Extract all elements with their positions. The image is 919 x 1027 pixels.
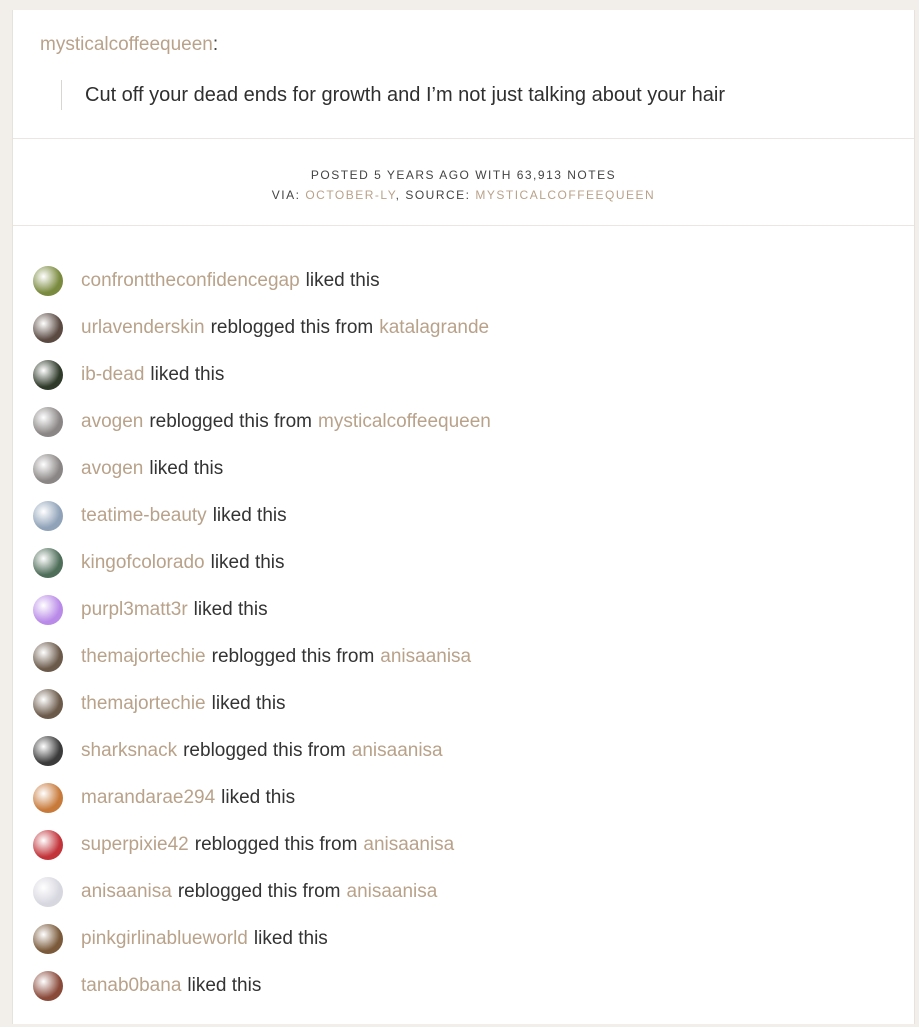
avatar[interactable] xyxy=(33,265,63,296)
avatar[interactable] xyxy=(33,829,63,860)
note-user-link[interactable]: themajortechie xyxy=(81,646,206,668)
author-colon: : xyxy=(212,34,219,55)
note-user-link[interactable]: anisaanisa xyxy=(81,881,172,903)
posted-info: POSTED 5 YEARS AGO WITH 63,913 NOTES xyxy=(310,168,617,182)
avatar[interactable] xyxy=(33,547,63,578)
note-item: pinkgirlinablueworld liked this xyxy=(13,915,491,962)
note-from-link[interactable]: anisaanisa xyxy=(380,646,471,668)
note-user-link[interactable]: avogen xyxy=(81,458,143,480)
note-item: themajortechie liked this xyxy=(13,680,491,727)
avatar[interactable] xyxy=(33,594,63,625)
avatar[interactable] xyxy=(33,359,63,390)
note-item: themajortechie reblogged this from anisaan… xyxy=(13,633,491,680)
note-action: reblogged this from xyxy=(211,645,375,667)
note-from-link[interactable]: anisaanisa xyxy=(347,881,438,903)
avatar[interactable] xyxy=(33,688,63,719)
note-from-link[interactable]: mysticalcoffeequeen xyxy=(318,411,491,433)
note-action: liked this xyxy=(211,692,286,714)
note-item: confronttheconfidencegap liked this xyxy=(13,257,491,304)
note-user-link[interactable]: pinkgirlinablueworld xyxy=(81,928,248,950)
note-item: tanab0bana liked this xyxy=(13,962,491,1009)
note-item: marandarae294 liked this xyxy=(13,774,491,821)
post-meta: POSTED 5 YEARS AGO WITH 63,913 NOTES VIA… xyxy=(13,139,914,226)
note-user-link[interactable]: teatime-beauty xyxy=(81,505,207,527)
note-user-link[interactable]: sharksnack xyxy=(81,740,177,762)
note-item: anisaanisa reblogged this from anisaanisa xyxy=(13,868,491,915)
note-action: liked this xyxy=(221,786,296,808)
note-item: teatime-beauty liked this xyxy=(13,492,491,539)
note-action: liked this xyxy=(212,504,287,526)
source-link[interactable]: MYSTICALCOFFEEQUEEN xyxy=(475,188,655,202)
note-action: reblogged this from xyxy=(194,833,358,855)
notes-list: confronttheconfidencegap liked this urlave… xyxy=(13,265,491,1027)
note-from-link[interactable]: katalagrande xyxy=(379,317,489,339)
note-action: reblogged this from xyxy=(177,880,341,902)
avatar[interactable] xyxy=(33,453,63,484)
note-from-link[interactable]: anisaanisa xyxy=(363,834,454,856)
note-user-link[interactable]: urlavenderskin xyxy=(81,317,205,339)
post-author-link[interactable]: mysticalcoffeequeen xyxy=(40,34,213,55)
avatar[interactable] xyxy=(33,970,63,1001)
note-item: ib-dead liked this xyxy=(13,351,491,398)
note-user-link[interactable]: confronttheconfidencegap xyxy=(81,270,300,292)
post-body: mysticalcoffeequeen: Cut off your dead e… xyxy=(13,10,914,139)
note-action: liked this xyxy=(187,974,262,996)
note-action: liked this xyxy=(150,363,225,385)
via-link[interactable]: OCTOBER-LY xyxy=(305,188,395,202)
avatar[interactable] xyxy=(33,923,63,954)
via-label: VIA: xyxy=(271,188,301,202)
note-item: purpl3matt3r liked this xyxy=(13,586,491,633)
note-action: liked this xyxy=(149,457,224,479)
note-item: superpixie42 reblogged this from anisaanis… xyxy=(13,821,491,868)
avatar[interactable] xyxy=(33,782,63,813)
note-action: reblogged this from xyxy=(183,739,346,761)
post-author: mysticalcoffeequeen: xyxy=(40,34,218,56)
note-action: liked this xyxy=(253,927,328,949)
avatar[interactable] xyxy=(33,406,63,437)
note-action: liked this xyxy=(193,598,268,620)
via-source-line: VIA: OCTOBER-LY, SOURCE: MYSTICALCOFFEEQ… xyxy=(13,185,914,205)
note-item: kingofcolorado liked this xyxy=(13,539,491,586)
note-user-link[interactable]: ib-dead xyxy=(81,364,144,386)
note-item: urlavenderskin reblogged this from katalag… xyxy=(13,304,491,351)
note-action: liked this xyxy=(305,269,380,291)
note-user-link[interactable]: purpl3matt3r xyxy=(81,599,188,621)
note-user-link[interactable]: kingofcolorado xyxy=(81,552,205,574)
source-label: , SOURCE: xyxy=(395,188,471,202)
avatar[interactable] xyxy=(33,876,63,907)
avatar[interactable] xyxy=(33,641,63,672)
note-from-link[interactable]: anisaanisa xyxy=(352,740,443,762)
post-card: mysticalcoffeequeen: Cut off your dead e… xyxy=(12,10,915,1024)
note-item: sharksnack reblogged this from anisaanisa xyxy=(13,727,491,774)
note-action: reblogged this from xyxy=(210,316,374,338)
note-user-link[interactable]: marandarae294 xyxy=(81,787,215,809)
note-action: liked this xyxy=(210,551,285,573)
note-item: avogen liked this xyxy=(13,445,491,492)
note-user-link[interactable]: superpixie42 xyxy=(81,834,189,856)
note-action: reblogged this from xyxy=(149,410,312,432)
avatar[interactable] xyxy=(33,312,63,343)
note-user-link[interactable]: tanab0bana xyxy=(81,975,181,997)
note-item: avogen reblogged this from mysticalcoffeeq… xyxy=(13,398,491,445)
avatar[interactable] xyxy=(33,735,63,766)
note-user-link[interactable]: avogen xyxy=(81,411,143,433)
post-quote: Cut off your dead ends for growth and I’… xyxy=(61,80,725,110)
avatar[interactable] xyxy=(33,500,63,531)
note-user-link[interactable]: themajortechie xyxy=(81,693,206,715)
